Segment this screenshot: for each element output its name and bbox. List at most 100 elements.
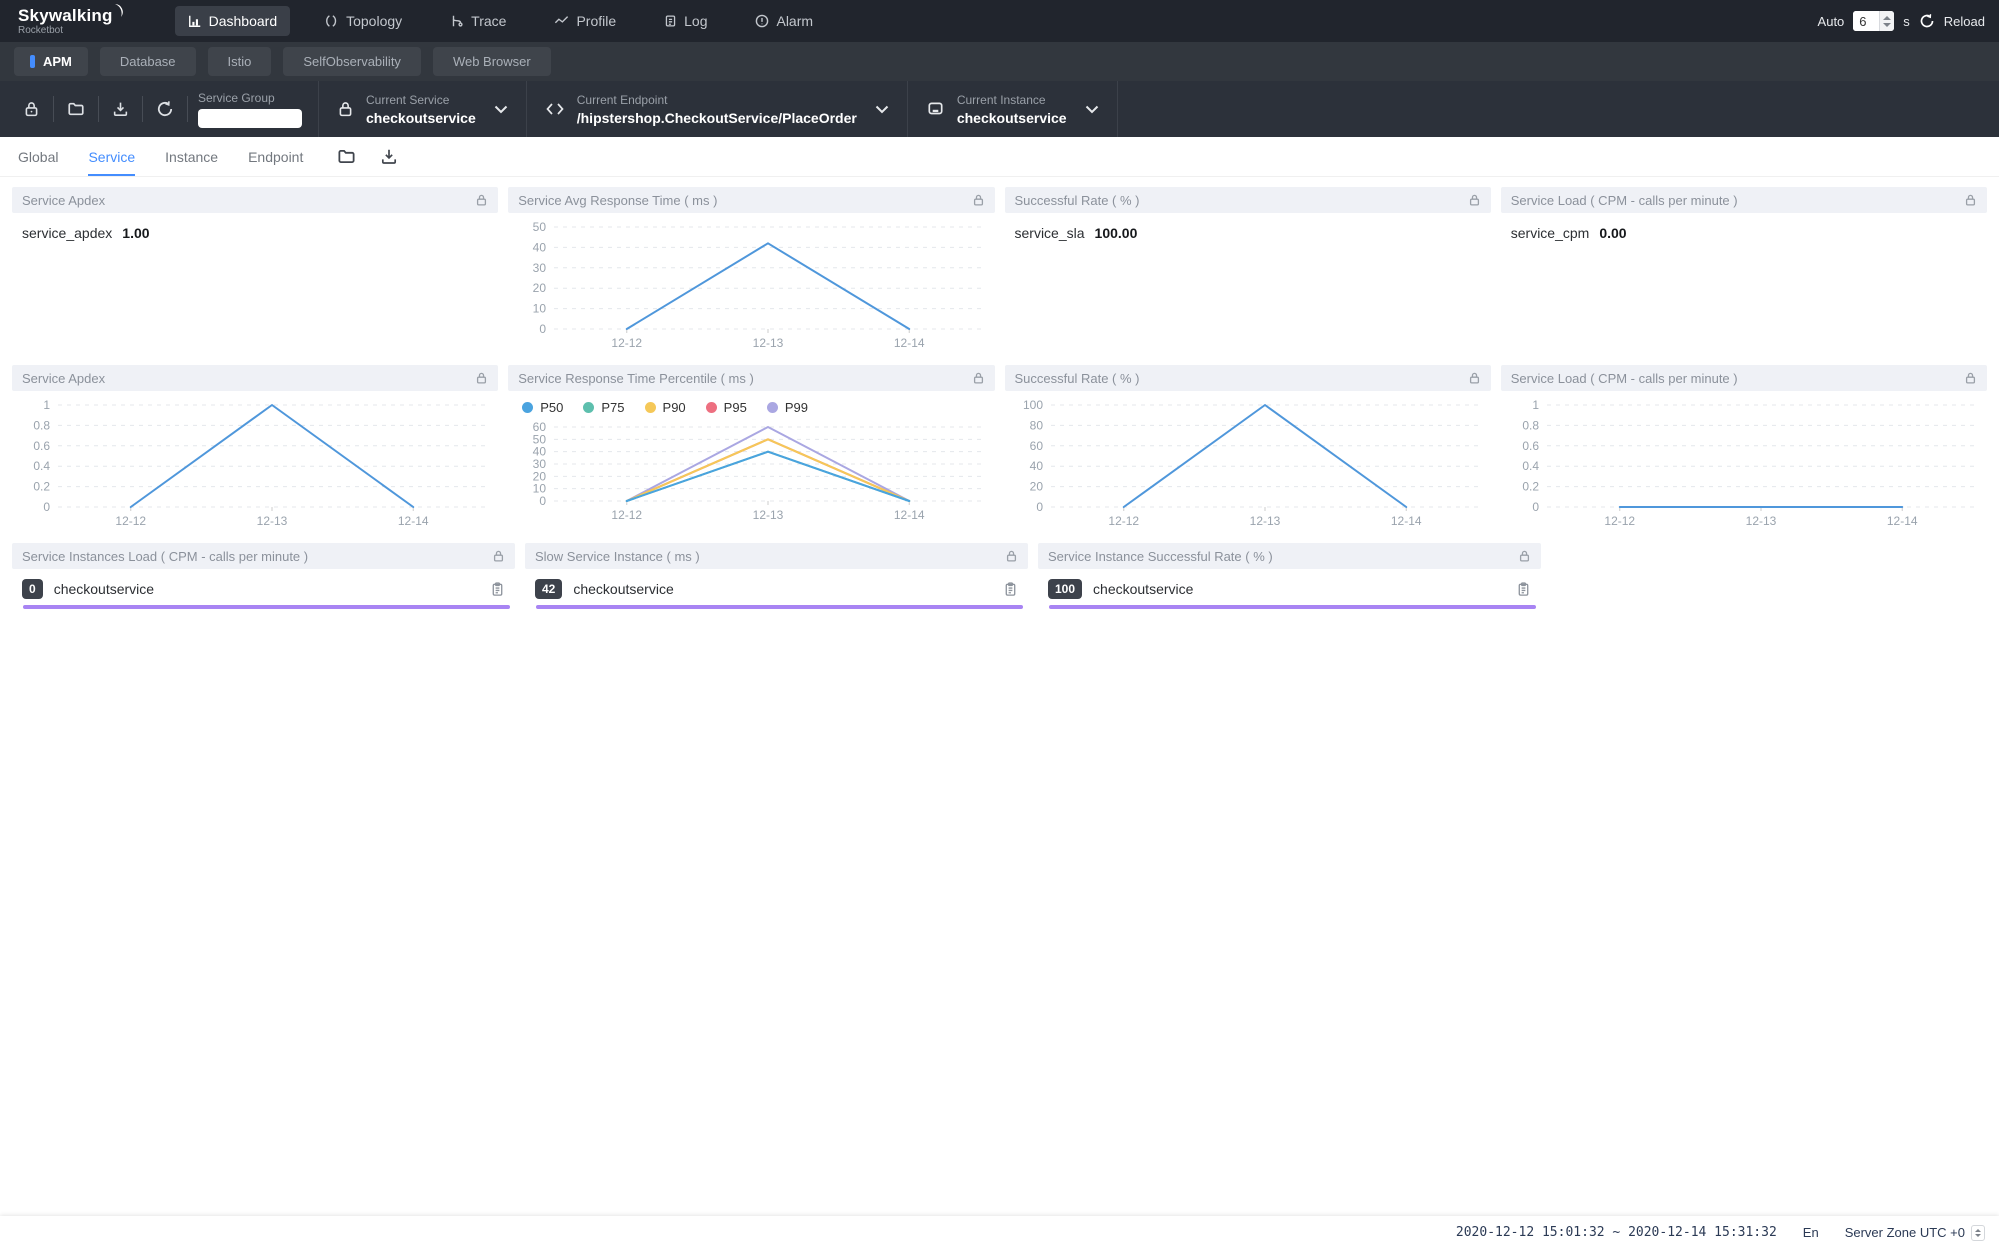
legend-item-p50[interactable]: P50 bbox=[522, 400, 563, 415]
stepper-arrows[interactable] bbox=[1879, 11, 1894, 31]
lock-icon[interactable] bbox=[972, 193, 985, 207]
lock-icon[interactable] bbox=[1518, 549, 1531, 563]
lock-icon[interactable] bbox=[1468, 193, 1481, 207]
server-zone-label: Server Zone UTC +0 bbox=[1845, 1225, 1965, 1240]
svg-text:20: 20 bbox=[533, 281, 547, 295]
page-pill-selfobservability[interactable]: SelfObservability bbox=[283, 47, 421, 76]
lock-icon[interactable] bbox=[475, 371, 488, 385]
tab-global[interactable]: Global bbox=[18, 137, 58, 176]
lock-icon[interactable] bbox=[475, 193, 488, 207]
clipboard-icon[interactable] bbox=[1003, 581, 1018, 597]
svg-text:12-14: 12-14 bbox=[1887, 514, 1918, 528]
selector-label: Current Instance bbox=[957, 93, 1067, 107]
time-range-picker[interactable]: 2020-12-12 15:01:32 ~ 2020-12-14 15:31:3… bbox=[1456, 1225, 1777, 1240]
chevron-down-icon[interactable] bbox=[494, 105, 508, 114]
lock-icon[interactable] bbox=[972, 371, 985, 385]
svg-text:12-12: 12-12 bbox=[115, 514, 146, 528]
nav-item-topology[interactable]: Topology bbox=[312, 6, 415, 36]
nav-label: Topology bbox=[346, 13, 402, 29]
legend-item-p95[interactable]: P95 bbox=[706, 400, 747, 415]
reload-label[interactable]: Reload bbox=[1944, 14, 1985, 29]
nav-label: Dashboard bbox=[209, 13, 278, 29]
current-endpoint-selector[interactable]: Current Endpoint /hipstershop.CheckoutSe… bbox=[527, 81, 907, 137]
clipboard-icon[interactable] bbox=[490, 581, 505, 597]
svg-text:60: 60 bbox=[533, 420, 547, 434]
legend-label: P75 bbox=[601, 400, 624, 415]
refresh-icon[interactable] bbox=[143, 100, 187, 118]
svg-text:20: 20 bbox=[533, 469, 547, 483]
import-icon[interactable] bbox=[380, 147, 398, 166]
dashboard-content: Service Apdex service_apdex 1.00 Service… bbox=[0, 177, 1999, 609]
folder-icon[interactable] bbox=[337, 147, 356, 166]
svg-text:12-13: 12-13 bbox=[753, 336, 784, 350]
panel-title: Service Apdex bbox=[22, 193, 475, 208]
chevron-down-icon[interactable] bbox=[875, 105, 889, 114]
lock-icon[interactable] bbox=[1964, 371, 1977, 385]
step-down-icon[interactable] bbox=[1975, 1234, 1981, 1237]
metric-name: service_sla bbox=[1015, 225, 1085, 241]
lock-icon[interactable] bbox=[1964, 193, 1977, 207]
profile-icon bbox=[554, 14, 569, 28]
page-pill-web-browser[interactable]: Web Browser bbox=[433, 47, 551, 76]
nav-item-dashboard[interactable]: Dashboard bbox=[175, 6, 291, 36]
page-pill-istio[interactable]: Istio bbox=[208, 47, 272, 76]
page-pill-apm[interactable]: APM bbox=[14, 47, 88, 76]
svg-text:12-13: 12-13 bbox=[753, 508, 784, 522]
step-up-icon[interactable] bbox=[1975, 1229, 1981, 1232]
auto-interval-input[interactable] bbox=[1853, 11, 1879, 31]
tab-endpoint[interactable]: Endpoint bbox=[248, 137, 303, 176]
zone-stepper[interactable] bbox=[1971, 1225, 1985, 1241]
legend-item-p99[interactable]: P99 bbox=[767, 400, 808, 415]
legend-item-p90[interactable]: P90 bbox=[645, 400, 686, 415]
svg-text:12-14: 12-14 bbox=[894, 508, 925, 522]
nav-item-profile[interactable]: Profile bbox=[541, 6, 629, 36]
tab-label: Service bbox=[88, 149, 135, 165]
clipboard-icon[interactable] bbox=[1516, 581, 1531, 597]
instance-row[interactable]: 42 checkoutservice bbox=[525, 569, 1028, 609]
instance-name: checkoutservice bbox=[54, 581, 490, 597]
step-down-icon[interactable] bbox=[1883, 23, 1891, 27]
legend-label: P95 bbox=[724, 400, 747, 415]
value-badge: 0 bbox=[22, 579, 43, 599]
reload-icon[interactable] bbox=[1919, 13, 1935, 29]
import-icon[interactable] bbox=[99, 100, 142, 118]
nav-item-trace[interactable]: Trace bbox=[437, 6, 519, 36]
selector-value: /hipstershop.CheckoutService/PlaceOrder bbox=[577, 110, 857, 126]
svg-text:0.6: 0.6 bbox=[33, 439, 50, 453]
service-group-input[interactable] bbox=[198, 109, 302, 128]
lock-icon[interactable] bbox=[1468, 371, 1481, 385]
tab-instance[interactable]: Instance bbox=[165, 137, 218, 176]
nav-item-log[interactable]: Log bbox=[651, 6, 720, 36]
app-logo[interactable]: Skywalking Rocketbot bbox=[18, 7, 113, 36]
nav-item-alarm[interactable]: Alarm bbox=[742, 6, 826, 36]
svg-text:1: 1 bbox=[43, 398, 50, 412]
svg-text:20: 20 bbox=[1029, 480, 1043, 494]
tab-service[interactable]: Service bbox=[88, 137, 135, 176]
lock-icon[interactable] bbox=[492, 549, 505, 563]
current-instance-selector[interactable]: Current Instance checkoutservice bbox=[908, 81, 1117, 137]
logo-subtitle: Rocketbot bbox=[18, 26, 113, 36]
page-pill-label: SelfObservability bbox=[303, 54, 401, 69]
lock-icon[interactable] bbox=[1005, 549, 1018, 563]
step-up-icon[interactable] bbox=[1883, 16, 1891, 20]
tab-label: Endpoint bbox=[248, 149, 303, 165]
current-service-selector[interactable]: Current Service checkoutservice bbox=[319, 81, 526, 137]
svg-text:12-13: 12-13 bbox=[1745, 514, 1776, 528]
svg-text:0: 0 bbox=[43, 500, 50, 514]
log-icon bbox=[664, 14, 677, 28]
footer-bar: 2020-12-12 15:01:32 ~ 2020-12-14 15:31:3… bbox=[0, 1216, 1999, 1249]
panel-successful-rate-chart: Successful Rate ( % ) 02040608010012-121… bbox=[1005, 365, 1491, 533]
panel-row-2: Service Apdex 00.20.40.60.8112-1212-1312… bbox=[12, 365, 1987, 533]
legend-item-p75[interactable]: P75 bbox=[583, 400, 624, 415]
page-pill-database[interactable]: Database bbox=[100, 47, 196, 76]
language-toggle[interactable]: En bbox=[1803, 1225, 1819, 1240]
nav-label: Trace bbox=[471, 13, 506, 29]
svg-text:0.6: 0.6 bbox=[1522, 439, 1539, 453]
monitor-icon bbox=[926, 100, 945, 118]
lock-icon[interactable] bbox=[10, 100, 53, 118]
chevron-down-icon[interactable] bbox=[1085, 105, 1099, 114]
instance-row[interactable]: 0 checkoutservice bbox=[12, 569, 515, 609]
svg-text:50: 50 bbox=[533, 220, 547, 234]
instance-row[interactable]: 100 checkoutservice bbox=[1038, 569, 1541, 609]
folder-icon[interactable] bbox=[54, 100, 98, 118]
